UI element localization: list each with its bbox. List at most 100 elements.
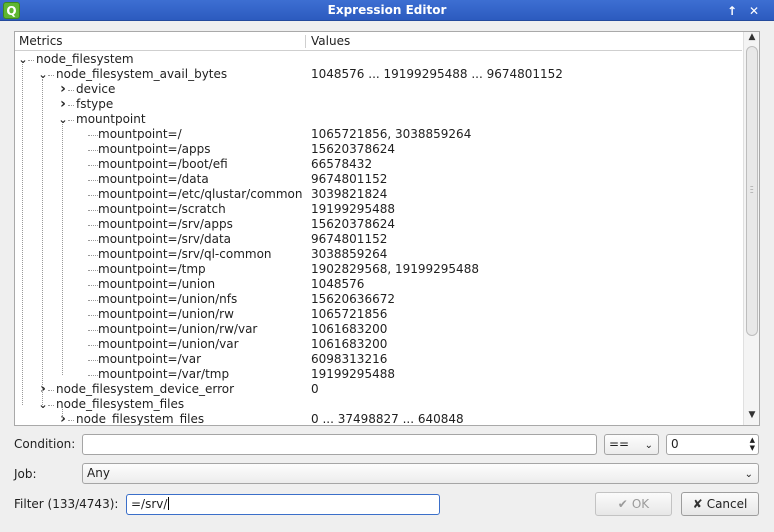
tree-row[interactable]: mountpoint=/etc/qlustar/common 3039821824	[15, 187, 743, 202]
tree-row-value: 15620636672	[311, 292, 395, 306]
tree-guide-line	[62, 409, 63, 420]
expand-arrow-down-icon[interactable]: ⌄	[18, 52, 28, 67]
tree-branch-line	[28, 60, 34, 61]
operator-select[interactable]: == ⌄	[604, 434, 659, 455]
tree-row-label: mountpoint=/tmp	[98, 262, 206, 276]
tree-row[interactable]: mountpoint=/var 6098313216	[15, 352, 743, 367]
tree-row-value: 3039821824	[311, 187, 388, 201]
tree-row-label: node_filesystem_files	[56, 397, 185, 411]
scroll-down-icon[interactable]: ▼	[744, 410, 759, 424]
tree-row-label: mountpoint=/apps	[98, 142, 211, 156]
tree-row-value: 1065721856	[311, 307, 388, 321]
tree-row-label: mountpoint=/union/nfs	[98, 292, 238, 306]
close-icon[interactable]: ✕	[745, 2, 763, 19]
tree-row[interactable]: mountpoint=/srv/apps 15620378624	[15, 217, 743, 232]
header-metrics[interactable]: Metrics	[19, 34, 63, 48]
scrollbar-thumb[interactable]: – – –	[746, 46, 758, 336]
filter-input[interactable]: =/srv/	[126, 494, 440, 515]
tree-branch-line	[88, 300, 98, 301]
tree-row-value: 15620378624	[311, 142, 395, 156]
chevron-down-icon: ⌄	[644, 440, 653, 451]
ok-label: OK	[631, 497, 650, 511]
condition-label: Condition:	[14, 437, 76, 451]
maximize-icon[interactable]: ↑	[723, 2, 741, 19]
metrics-tree[interactable]: Metrics Values ⌄ node_filesystem ⌄ node_fil…	[14, 31, 760, 426]
tree-branch-line	[88, 345, 98, 346]
tree-row-value: 19199295488	[311, 202, 395, 216]
job-select[interactable]: Any ⌄	[82, 463, 759, 484]
tree-row-value: 9674801152	[311, 172, 388, 186]
tree-row[interactable]: mountpoint=/scratch 19199295488	[15, 202, 743, 217]
tree-row[interactable]: mountpoint=/union/rw 1065721856	[15, 307, 743, 322]
tree-row[interactable]: ⌄ node_filesystem_avail_bytes 1048576 ... …	[15, 67, 743, 82]
tree-row[interactable]: mountpoint=/srv/data 9674801152	[15, 232, 743, 247]
tree-row-value: 1061683200	[311, 322, 388, 336]
tree-row[interactable]: mountpoint=/data 9674801152	[15, 172, 743, 187]
expand-arrow-right-icon[interactable]: ›	[58, 82, 68, 97]
tree-row-value: 9674801152	[311, 232, 388, 246]
tree-row-label: mountpoint=/scratch	[98, 202, 226, 216]
tree-row[interactable]: mountpoint=/apps 15620378624	[15, 142, 743, 157]
tree-branch-line	[68, 90, 74, 91]
grip-icon: – – –	[750, 182, 754, 196]
tree-row[interactable]: ⌄ node_filesystem_files	[15, 397, 743, 412]
expand-arrow-down-icon[interactable]: ⌄	[38, 67, 48, 82]
tree-guide-line	[62, 124, 63, 375]
chevron-down-icon: ⌄	[744, 469, 753, 480]
tree-row[interactable]: mountpoint=/var/tmp 19199295488	[15, 367, 743, 382]
header-values[interactable]: Values	[311, 34, 350, 48]
tree-row[interactable]: ⌄ node_filesystem	[15, 52, 743, 67]
tree-row[interactable]: mountpoint=/ 1065721856, 3038859264	[15, 127, 743, 142]
tree-scrollbar[interactable]: ▲ – – – ▼	[743, 32, 759, 425]
tree-row[interactable]: ⌄ mountpoint	[15, 112, 743, 127]
tree-row-value: 3038859264	[311, 247, 388, 261]
tree-header: Metrics Values	[15, 32, 742, 51]
expand-arrow-down-icon[interactable]: ⌄	[58, 112, 68, 127]
tree-row[interactable]: mountpoint=/boot/efi 66578432	[15, 157, 743, 172]
tree-row-value: 15620378624	[311, 217, 395, 231]
tree-row[interactable]: mountpoint=/srv/ql-common 3038859264	[15, 247, 743, 262]
expand-arrow-right-icon[interactable]: ›	[38, 382, 48, 397]
tree-row-value: 1061683200	[311, 337, 388, 351]
filter-label: Filter (133/4743):	[14, 497, 119, 511]
tree-row-label: mountpoint=/	[98, 127, 182, 141]
tree-row[interactable]: mountpoint=/tmp 1902829568, 19199295488	[15, 262, 743, 277]
tree-row[interactable]: mountpoint=/union/var 1061683200	[15, 337, 743, 352]
tree-row[interactable]: › fstype	[15, 97, 743, 112]
tree-row-value: 6098313216	[311, 352, 388, 366]
tree-row-label: mountpoint=/srv/apps	[98, 217, 233, 231]
tree-row-value: 0 ... 37498827 ... 640848	[311, 412, 464, 425]
cancel-button[interactable]: ✘ Cancel	[681, 492, 759, 516]
tree-branch-line	[68, 120, 74, 121]
cancel-label: Cancel	[706, 497, 748, 511]
tree-branch-line	[88, 255, 98, 256]
tree-row-value: 1902829568, 19199295488	[311, 262, 479, 276]
condition-number-spinbox[interactable]: 0 ▲ ▼	[666, 434, 759, 455]
spin-arrows-icon[interactable]: ▲ ▼	[750, 436, 755, 452]
expand-arrow-down-icon[interactable]: ⌄	[38, 397, 48, 412]
tree-row[interactable]: mountpoint=/union/rw/var 1061683200	[15, 322, 743, 337]
expand-arrow-right-icon[interactable]: ›	[58, 97, 68, 112]
scroll-up-icon[interactable]: ▲	[744, 32, 759, 46]
tree-row[interactable]: mountpoint=/union/nfs 15620636672	[15, 292, 743, 307]
tree-row[interactable]: › device	[15, 82, 743, 97]
condition-input[interactable]	[82, 434, 597, 455]
tree-branch-line	[88, 375, 98, 376]
tree-branch-line	[88, 315, 98, 316]
tree-row-label: node_filesystem	[36, 52, 134, 66]
tree-branch-line	[68, 105, 74, 106]
tree-branch-line	[48, 390, 54, 391]
operator-value: ==	[609, 437, 630, 451]
condition-number: 0	[671, 437, 679, 451]
tree-branch-line	[88, 180, 98, 181]
tree-branch-line	[88, 150, 98, 151]
tree-row-label: device	[76, 82, 116, 96]
tree-row[interactable]: mountpoint=/union 1048576	[15, 277, 743, 292]
tree-row[interactable]: › node_filesystem_files 0 ... 37498827 ...…	[15, 412, 743, 426]
expand-arrow-right-icon[interactable]: ›	[58, 412, 68, 426]
tree-row-label: node_filesystem_files	[76, 412, 205, 425]
column-separator[interactable]	[305, 35, 306, 48]
tree-row-value: 1065721856, 3038859264	[311, 127, 472, 141]
ok-button[interactable]: ✔ OK	[595, 492, 672, 516]
tree-row[interactable]: › node_filesystem_device_error 0	[15, 382, 743, 397]
